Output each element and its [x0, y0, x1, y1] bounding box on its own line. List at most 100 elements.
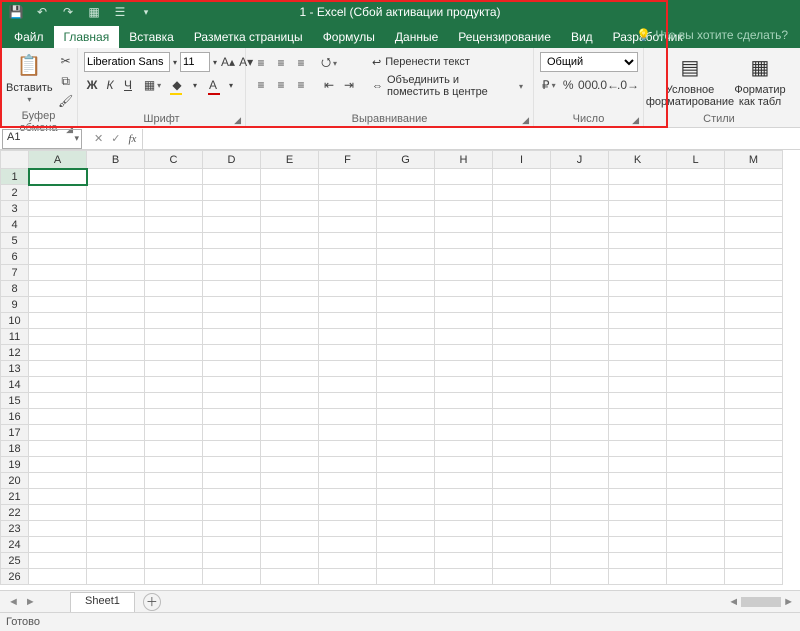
grid-icon[interactable]: ▦: [86, 4, 102, 20]
cell[interactable]: [725, 201, 783, 217]
qat-dropdown-icon[interactable]: ▾: [138, 4, 154, 20]
cell[interactable]: [87, 377, 145, 393]
decrease-decimal-icon[interactable]: .0→: [619, 76, 637, 94]
cell[interactable]: [435, 233, 493, 249]
column-header[interactable]: L: [667, 151, 725, 169]
font-name-select[interactable]: [84, 52, 170, 72]
cell[interactable]: [145, 169, 203, 185]
cell[interactable]: [319, 217, 377, 233]
tab-view[interactable]: Вид: [561, 26, 603, 48]
percent-format-icon[interactable]: %: [560, 76, 578, 94]
cell[interactable]: [29, 537, 87, 553]
cell[interactable]: [725, 377, 783, 393]
cell[interactable]: [145, 201, 203, 217]
cell[interactable]: [319, 297, 377, 313]
cell[interactable]: [609, 281, 667, 297]
paste-button[interactable]: 📋 Вставить ▾: [6, 50, 53, 105]
cell[interactable]: [435, 377, 493, 393]
cell[interactable]: [551, 553, 609, 569]
cell[interactable]: [493, 313, 551, 329]
cell[interactable]: [725, 569, 783, 585]
cell[interactable]: [203, 169, 261, 185]
column-header[interactable]: E: [261, 151, 319, 169]
cell[interactable]: [145, 265, 203, 281]
cell[interactable]: [319, 233, 377, 249]
cell[interactable]: [145, 553, 203, 569]
cell[interactable]: [493, 377, 551, 393]
font-size-select[interactable]: [180, 52, 210, 72]
cell[interactable]: [145, 377, 203, 393]
cell[interactable]: [609, 217, 667, 233]
cell[interactable]: [609, 265, 667, 281]
cancel-edit-icon[interactable]: ✕: [94, 132, 103, 145]
column-header[interactable]: G: [377, 151, 435, 169]
cell[interactable]: [203, 537, 261, 553]
cell[interactable]: [667, 361, 725, 377]
cell[interactable]: [145, 409, 203, 425]
column-header[interactable]: M: [725, 151, 783, 169]
cell[interactable]: [261, 217, 319, 233]
cell[interactable]: [435, 441, 493, 457]
worksheet-grid[interactable]: ABCDEFGHIJKLM123456789101112131415161718…: [0, 150, 800, 590]
tab-file[interactable]: Файл: [4, 26, 54, 48]
cell[interactable]: [29, 457, 87, 473]
cell[interactable]: [725, 473, 783, 489]
cell[interactable]: [203, 441, 261, 457]
cell[interactable]: [261, 281, 319, 297]
cell[interactable]: [725, 217, 783, 233]
row-header[interactable]: 16: [1, 409, 29, 425]
cell[interactable]: [435, 217, 493, 233]
cell[interactable]: [609, 361, 667, 377]
cell[interactable]: [667, 169, 725, 185]
cell[interactable]: [725, 281, 783, 297]
row-header[interactable]: 2: [1, 185, 29, 201]
cell[interactable]: [725, 457, 783, 473]
cell[interactable]: [29, 329, 87, 345]
cell[interactable]: [377, 201, 435, 217]
chevron-down-icon[interactable]: ▾: [172, 53, 178, 71]
cell[interactable]: [551, 313, 609, 329]
cell[interactable]: [551, 329, 609, 345]
cell[interactable]: [551, 425, 609, 441]
row-header[interactable]: 12: [1, 345, 29, 361]
conditional-formatting-button[interactable]: ▤ Условное форматирование: [650, 52, 730, 108]
cell[interactable]: [203, 489, 261, 505]
wrap-text-button[interactable]: ↩ Перенести текст: [368, 52, 527, 72]
cell[interactable]: [261, 345, 319, 361]
cell[interactable]: [667, 505, 725, 521]
cell[interactable]: [377, 169, 435, 185]
cell[interactable]: [145, 329, 203, 345]
italic-button[interactable]: К: [102, 76, 118, 94]
cell[interactable]: [667, 201, 725, 217]
cell[interactable]: [261, 537, 319, 553]
cell[interactable]: [725, 409, 783, 425]
cell[interactable]: [87, 409, 145, 425]
cell[interactable]: [609, 201, 667, 217]
cell[interactable]: [87, 281, 145, 297]
row-header[interactable]: 13: [1, 361, 29, 377]
row-header[interactable]: 23: [1, 521, 29, 537]
cell[interactable]: [493, 217, 551, 233]
cell[interactable]: [319, 569, 377, 585]
accounting-format-icon[interactable]: ₽: [540, 76, 558, 94]
row-header[interactable]: 4: [1, 217, 29, 233]
cell[interactable]: [667, 265, 725, 281]
cell[interactable]: [87, 441, 145, 457]
cell[interactable]: [667, 217, 725, 233]
row-header[interactable]: 20: [1, 473, 29, 489]
cell[interactable]: [609, 537, 667, 553]
cell[interactable]: [551, 185, 609, 201]
row-header[interactable]: 25: [1, 553, 29, 569]
cell[interactable]: [667, 185, 725, 201]
cell[interactable]: [261, 521, 319, 537]
increase-indent-icon[interactable]: ⇥: [340, 76, 358, 94]
cell[interactable]: [493, 281, 551, 297]
cell[interactable]: [551, 217, 609, 233]
cell[interactable]: [609, 329, 667, 345]
cell[interactable]: [87, 345, 145, 361]
cell[interactable]: [725, 249, 783, 265]
cell[interactable]: [667, 297, 725, 313]
cell[interactable]: [667, 489, 725, 505]
cell[interactable]: [29, 409, 87, 425]
row-header[interactable]: 18: [1, 441, 29, 457]
